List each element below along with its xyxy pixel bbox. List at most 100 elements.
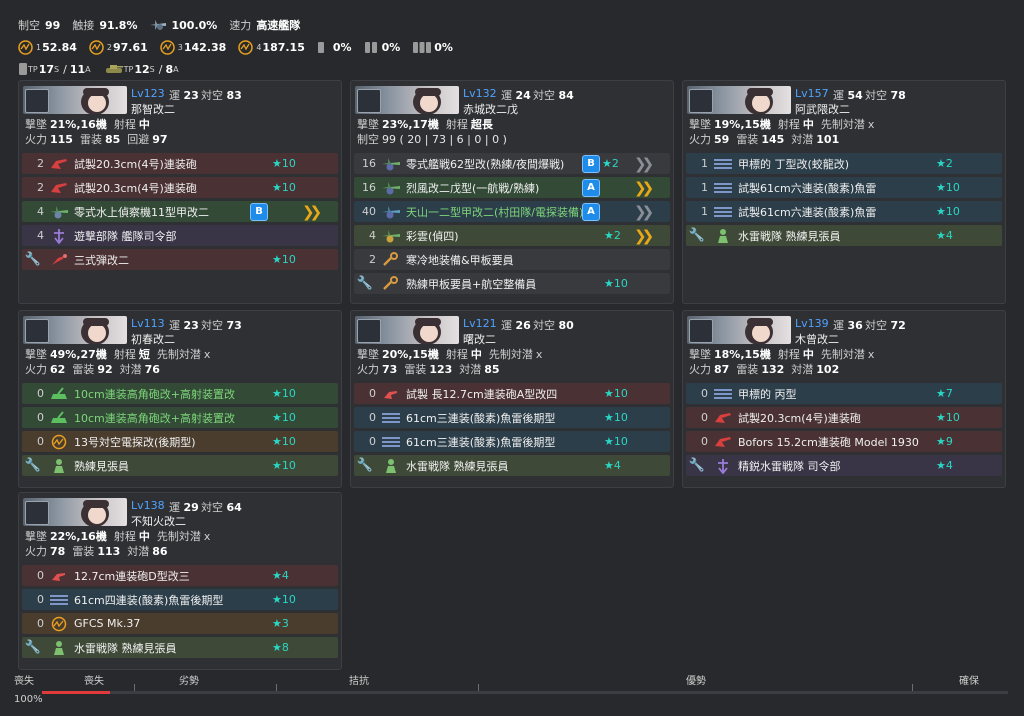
equipment-slot[interactable]: 🔧 精鋭水雷戦隊 司令部 ★4 — [686, 455, 1002, 476]
ship-intercept-row: 撃墜 22%,16機 射程中先制対潜 x — [25, 530, 211, 543]
skill-level-icon: ❯❯ — [302, 202, 322, 221]
drum-icon — [317, 42, 324, 53]
ship-banner[interactable] — [687, 316, 791, 344]
ship-banner[interactable] — [355, 86, 459, 114]
equipment-slot[interactable]: 0 61cm三連装(酸素)魚雷後期型 ★10 — [354, 431, 670, 452]
equipment-slot[interactable]: 1 試製61cm六連装(酸素)魚雷 ★10 — [686, 201, 1002, 222]
improvement-stars: ★10 — [604, 277, 628, 290]
equipment-slot[interactable]: 🔧 水雷戦隊 熟練見張員 ★4 — [686, 225, 1002, 246]
ship-banner[interactable] — [23, 316, 127, 344]
small-gun-icon — [380, 386, 402, 402]
equipment-slot[interactable]: 0 13号対空電探改(後期型) ★10 — [22, 431, 338, 452]
main-gun-icon — [712, 410, 734, 426]
equipment-slot[interactable]: 0 甲標的 丙型 ★7 — [686, 383, 1002, 404]
equipment-name: 熟練見張員 — [74, 459, 129, 473]
slot-count: 1 — [701, 181, 708, 194]
ship-type-icon — [357, 319, 381, 343]
improvement-stars: ★4 — [936, 459, 953, 472]
proficiency-badge: B — [250, 202, 268, 221]
equipment-slot[interactable]: 🔧 水雷戦隊 熟練見張員 ★4 — [354, 455, 670, 476]
equipment-slot[interactable]: 2 寒冷地装備&甲板要員 — [354, 249, 670, 270]
equipment-name: 10cm連装高角砲改+高射装置改 — [74, 387, 235, 401]
main-gun-icon — [48, 180, 70, 196]
slot-count: 4 — [369, 229, 376, 242]
equipment-slot[interactable]: 16 烈風改二戊型(一航戦/熟練) A ❯❯ — [354, 177, 670, 198]
air-state-fill — [42, 691, 110, 694]
torpedo-icon — [48, 592, 70, 608]
ship-banner[interactable] — [23, 86, 127, 114]
equipment-slot[interactable]: 1 試製61cm六連装(酸素)魚雷 ★10 — [686, 177, 1002, 198]
improvement-stars: ★4 — [936, 229, 953, 242]
slot-count: 0 — [701, 411, 708, 424]
night-bomber-icon — [380, 204, 402, 220]
expansion-slot-icon: 🔧 — [24, 640, 42, 655]
equipment-slot[interactable]: 2 試製20.3cm(4号)連装砲 ★10 — [22, 153, 338, 174]
improvement-stars: ★2 — [604, 229, 621, 242]
equipment-slot[interactable]: 0 Bofors 15.2cm連装砲 Model 1930 ★9 — [686, 431, 1002, 452]
equipment-slot[interactable]: 🔧 熟練見張員 ★10 — [22, 455, 338, 476]
air-state-label: 優勢 — [686, 676, 706, 687]
equipment-slot[interactable]: 0 61cm三連装(酸素)魚雷後期型 ★10 — [354, 407, 670, 428]
equipment-slot[interactable]: 2 試製20.3cm(4号)連装砲 ★10 — [22, 177, 338, 198]
ship-header: Lv113 運 23 対空 73 初春改二 — [19, 311, 341, 347]
equipment-slot[interactable]: 0 10cm連装高角砲改+高射装置改 ★10 — [22, 383, 338, 404]
wrench-icon — [380, 251, 402, 268]
ship-type-icon — [25, 89, 49, 113]
ship-level: Lv123 — [131, 87, 165, 100]
air-state-track — [42, 691, 1008, 694]
ship-intercept-row: 撃墜 23%,17機 射程 超長 — [357, 118, 493, 131]
radar-icon — [48, 616, 70, 632]
skill-level-icon: ❯❯ — [634, 226, 654, 245]
improvement-stars: ★2 — [936, 157, 953, 170]
slot-count: 0 — [37, 411, 44, 424]
recon-icon — [380, 228, 402, 244]
fleet-summary-header: 制空 99 触接 91.8% 100.0% 速力 高速艦隊 1 52.84 2 97.61… — [18, 14, 1008, 80]
equipment-name: 試製61cm六連装(酸素)魚雷 — [738, 181, 877, 195]
improvement-stars: ★4 — [272, 569, 289, 582]
radar-icon — [89, 39, 104, 55]
equipment-slot[interactable]: 0 10cm連装高角砲改+高射装置改 ★10 — [22, 407, 338, 428]
ship-header: Lv138 運 29 対空 64 不知火改二 — [19, 493, 341, 529]
equipment-slot[interactable]: 4 遊撃部隊 艦隊司令部 — [22, 225, 338, 246]
air-control-label: 制空 — [18, 19, 40, 32]
equipment-name: 試製 長12.7cm連装砲A型改四 — [406, 387, 558, 401]
equipment-slot[interactable]: 0 試製20.3cm(4号)連装砲 ★10 — [686, 407, 1002, 428]
equipment-slot[interactable]: 0 試製 長12.7cm連装砲A型改四 ★10 — [354, 383, 670, 404]
equipment-slot[interactable]: 0 61cm四連装(酸素)魚雷後期型 ★10 — [22, 589, 338, 610]
ship-name: 曙改二 — [463, 333, 496, 346]
night-fighter-icon — [380, 180, 402, 196]
ship-stat-row: 火力 78 雷装 113 対潜 86 — [25, 545, 168, 558]
night-fighter-icon — [380, 156, 402, 172]
ship-portrait — [81, 318, 109, 344]
ship-stat-row: 火力 62 雷装 92 対潜 76 — [25, 363, 160, 376]
proficiency-badge: A — [582, 202, 600, 221]
ship-portrait — [745, 88, 773, 114]
ship-portrait — [413, 318, 441, 344]
ship-banner[interactable] — [687, 86, 791, 114]
improvement-stars: ★10 — [272, 157, 296, 170]
equipment-slot[interactable]: 4 零式水上偵察機11型甲改二 B ❯❯ — [22, 201, 338, 222]
equipment-slot[interactable]: 0 GFCS Mk.37 ★3 — [22, 613, 338, 634]
equipment-slot[interactable]: 🔧 水雷戦隊 熟練見張員 ★8 — [22, 637, 338, 658]
ship-card: Lv121 運 26 対空 80 曙改二 撃墜 20%,15機 射程中先制対潜 x 火力 73 雷装… — [350, 310, 674, 488]
equipment-slot[interactable]: 4 彩雲(偵四) ★2 ❯❯ — [354, 225, 670, 246]
slot-count: 1 — [701, 157, 708, 170]
ship-banner[interactable] — [23, 498, 127, 526]
expansion-slot-icon: 🔧 — [24, 252, 42, 267]
equipment-slot[interactable]: 🔧 三式弾改二 ★10 — [22, 249, 338, 270]
equipment-name: 61cm三連装(酸素)魚雷後期型 — [406, 411, 556, 425]
improvement-stars: ★4 — [604, 459, 621, 472]
ship-aa: 対空 80 — [533, 319, 574, 332]
ship-portrait — [745, 318, 773, 344]
equipment-slot[interactable]: 40 天山一二型甲改二(村田隊/電探装備) A ❯❯ — [354, 201, 670, 222]
equipment-slot[interactable]: 1 甲標的 丁型改(蛟龍改) ★2 — [686, 153, 1002, 174]
equipment-slot[interactable]: 16 零式艦戦62型改(熟練/夜間爆戦) B ★2 ❯❯ — [354, 153, 670, 174]
slot-count: 2 — [37, 157, 44, 170]
ship-portrait — [413, 88, 441, 114]
equipment-slot[interactable]: 🔧 熟練甲板要員+航空整備員 ★10 — [354, 273, 670, 294]
summary-row-1: 制空 99 触接 91.8% 100.0% 速力 高速艦隊 — [18, 14, 1008, 36]
ship-banner[interactable] — [355, 316, 459, 344]
torpedo-icon — [712, 386, 734, 402]
equipment-slot[interactable]: 0 12.7cm連装砲D型改三 ★4 — [22, 565, 338, 586]
improvement-stars: ★10 — [272, 435, 296, 448]
